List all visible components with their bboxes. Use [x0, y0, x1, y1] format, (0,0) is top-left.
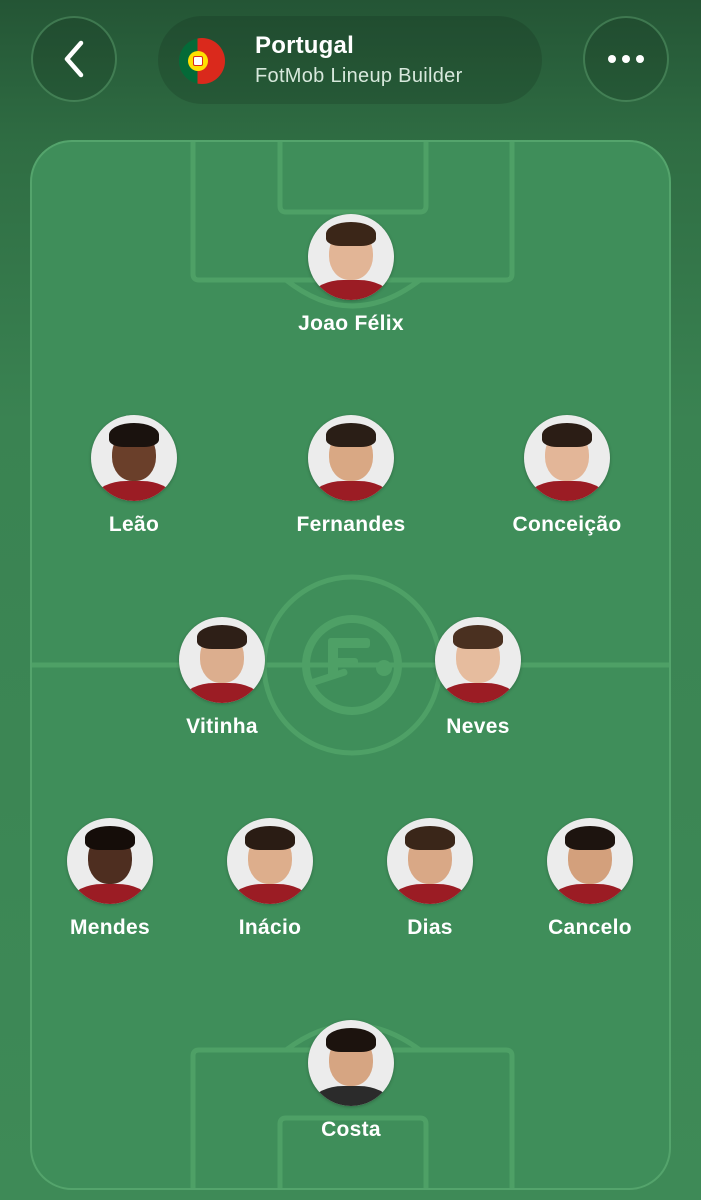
player-name: Neves [446, 715, 510, 738]
app-subtitle: FotMob Lineup Builder [255, 65, 463, 87]
player-photo [435, 617, 521, 703]
player-conceicao[interactable]: Conceição [487, 415, 647, 545]
player-photo [308, 214, 394, 300]
player-photo [524, 415, 610, 501]
player-dias[interactable]: Dias [350, 818, 510, 948]
player-name: Leão [108, 513, 160, 536]
team-name: Portugal [255, 32, 354, 59]
player-leao[interactable]: Leão [54, 415, 214, 545]
player-photo [67, 818, 153, 904]
player-photo [387, 818, 473, 904]
player-vitinha[interactable]: Vitinha [142, 617, 302, 747]
player-name: Costa [321, 1118, 381, 1141]
team-header[interactable]: Portugal FotMob Lineup Builder [158, 16, 542, 104]
player-neves[interactable]: Neves [398, 617, 558, 747]
player-mendes[interactable]: Mendes [30, 818, 190, 948]
player-costa[interactable]: Costa [271, 1020, 431, 1150]
player-photo [179, 617, 265, 703]
player-photo [91, 415, 177, 501]
chevron-left-icon [64, 40, 84, 78]
player-name: Vitinha [186, 715, 258, 738]
player-name: Conceição [512, 513, 622, 536]
portugal-flag-icon [179, 38, 225, 84]
player-name: Fernandes [296, 513, 406, 536]
player-joao-felix[interactable]: Joao Félix [271, 214, 431, 344]
more-dots-icon [608, 55, 644, 63]
player-photo [547, 818, 633, 904]
back-button[interactable] [31, 16, 117, 102]
player-cancelo[interactable]: Cancelo [510, 818, 670, 948]
player-name: Cancelo [548, 916, 632, 939]
player-photo [227, 818, 313, 904]
more-options-button[interactable] [583, 16, 669, 102]
player-photo [308, 1020, 394, 1106]
player-inacio[interactable]: Inácio [190, 818, 350, 948]
player-photo [308, 415, 394, 501]
player-name: Joao Félix [298, 312, 404, 335]
player-fernandes[interactable]: Fernandes [271, 415, 431, 545]
